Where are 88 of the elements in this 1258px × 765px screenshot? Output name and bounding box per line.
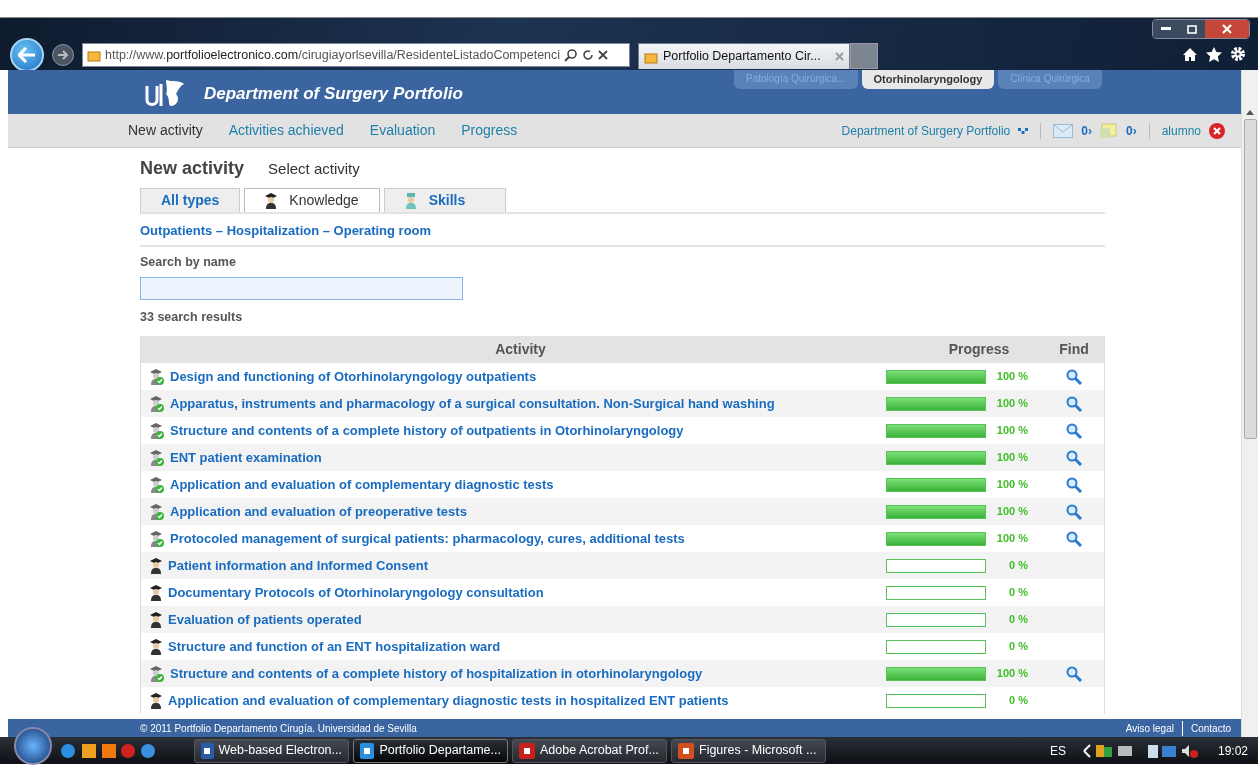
forward-button[interactable]: [52, 44, 74, 66]
close-icon: [1222, 24, 1232, 34]
browser-tab[interactable]: Portfolio Departamento Cir...: [638, 43, 850, 69]
page-icon: [87, 48, 101, 62]
type-tab[interactable]: Skills: [383, 188, 507, 212]
copyright-text: © 2011 Portfolio Departamento Cirugía. Universidad de Sevilla: [140, 721, 417, 736]
search-icon[interactable]: [1065, 422, 1083, 439]
clock: 19:02: [1217, 742, 1248, 760]
activity-link[interactable]: Application and evaluation of complementary diagnostic tests: [170, 474, 886, 495]
results-count: 33 search results: [140, 309, 244, 327]
column-header: Progress: [948, 341, 1010, 357]
notes-count[interactable]: 0›: [1125, 121, 1137, 140]
area-filter-links[interactable]: Outpatients – Hospitalization – Operating room: [140, 223, 432, 238]
activity-link[interactable]: Documentary Protocols of Otorhinolaryngology consultation: [168, 582, 886, 603]
taskbar-button[interactable]: Web-based Electron...: [194, 738, 349, 763]
settings-icon[interactable]: [1230, 46, 1246, 62]
type-tab[interactable]: Knowledge: [244, 188, 380, 212]
url-text: http://www.portfolioelectronico.com/cirugiayorlsevilla/ResidenteListadoCompetenci: [105, 46, 561, 64]
address-bar[interactable]: http://www.portfolioelectronico.com/cirugiayorlsevilla/ResidenteListadoCompetenci: [82, 43, 630, 67]
language-indicator[interactable]: ES: [1049, 741, 1066, 760]
restore-button[interactable]: [1179, 20, 1205, 38]
page-subheading: Select activity: [268, 159, 360, 179]
search-field[interactable]: [140, 276, 463, 300]
search-icon[interactable]: [564, 48, 579, 62]
footer-link[interactable]: Aviso legal: [1125, 720, 1174, 736]
progress-percent: 100 %: [995, 396, 1028, 412]
arrow-icon: [18, 47, 36, 63]
progress-percent: 0 %: [1008, 558, 1028, 574]
activity-link[interactable]: Design and functioning of Otorhinolaryngology outpatients: [170, 366, 886, 387]
progress-percent: 100 %: [995, 423, 1028, 439]
minimize-icon: [1161, 27, 1171, 31]
close-button[interactable]: [1205, 20, 1249, 38]
logout-icon[interactable]: [1209, 122, 1225, 139]
progress-percent: 100 %: [995, 504, 1028, 520]
activity-link[interactable]: ENT patient examination: [170, 447, 886, 468]
footer-link[interactable]: Contacto: [1190, 720, 1231, 736]
activity-link[interactable]: Structure and contents of a complete history of outpatients in Otorhinolaryngology: [170, 420, 886, 441]
activity-link[interactable]: Apparatus, instruments and pharmacology of a surgical consultation. Non-Surgical hand washing: [170, 393, 886, 414]
taskbar-button[interactable]: Figures - Microsoft ...: [671, 738, 826, 763]
user-name: alumno: [1161, 122, 1201, 140]
activity-link[interactable]: Protocoled management of surgical patients: pharmacology, cures, additional tests: [170, 528, 886, 549]
restore-icon: [1187, 24, 1197, 34]
subject-tab[interactable]: Otorhinolaryngology: [861, 70, 995, 89]
page-heading: New activity: [140, 157, 245, 180]
surgeon-icon: [404, 192, 417, 209]
taskbar-button[interactable]: Portfolio Departame...: [353, 738, 508, 763]
star-icon[interactable]: [1206, 46, 1222, 62]
nav-link[interactable]: Activities achieved: [228, 120, 344, 141]
taskbar-button[interactable]: Adobe Acrobat Prof...: [512, 738, 667, 763]
home-icon[interactable]: [1182, 46, 1198, 62]
activity-link[interactable]: Patient information and Informed Consent: [168, 555, 886, 576]
activity-link[interactable]: Application and evaluation of preoperative tests: [170, 501, 886, 522]
graduate-icon: [265, 192, 278, 209]
mail-count[interactable]: 0›: [1081, 121, 1092, 140]
search-label: Search by name: [140, 254, 237, 271]
progress-percent: 100 %: [995, 369, 1028, 385]
column-header: Activity: [495, 341, 546, 357]
activity-link[interactable]: Application and evaluation of complementary diagnostic tests in hospitalized ENT patients: [168, 690, 886, 711]
activity-link[interactable]: Structure and contents of a complete history of hospitalization in otorhinolaryngology: [170, 663, 886, 684]
progress-percent: 100 %: [995, 450, 1028, 466]
activity-link[interactable]: Evaluation of patients operated: [168, 609, 886, 630]
column-header: Find: [1059, 341, 1089, 357]
portal-link[interactable]: Department of Surgery Portfolio: [841, 121, 1011, 140]
refresh-icon[interactable]: [582, 49, 595, 61]
search-icon[interactable]: [1065, 476, 1083, 493]
progress-percent: 0 %: [1008, 585, 1028, 601]
scroll-up-icon[interactable]: [1246, 110, 1254, 115]
close-icon[interactable]: [598, 50, 609, 60]
arrow-icon: [57, 50, 69, 60]
close-tab-icon[interactable]: [835, 52, 844, 61]
progress-percent: 100 %: [995, 531, 1028, 547]
scrollbar-thumb[interactable]: [1243, 119, 1257, 439]
nav-link[interactable]: New activity: [128, 120, 203, 141]
progress-percent: 0 %: [1008, 693, 1028, 709]
type-tab[interactable]: All types: [140, 188, 241, 212]
search-icon[interactable]: [1065, 530, 1083, 547]
site-title: Department of Surgery Portfolio: [204, 83, 463, 106]
nav-link[interactable]: Progress: [461, 120, 518, 141]
progress-percent: 0 %: [1008, 612, 1028, 628]
activity-link[interactable]: Structure and function of an ENT hospitalization ward: [168, 636, 886, 657]
progress-percent: 100 %: [995, 477, 1028, 493]
progress-percent: 0 %: [1008, 639, 1028, 655]
dots-icon[interactable]: [1018, 126, 1029, 135]
back-button[interactable]: [10, 38, 44, 72]
search-icon[interactable]: [1065, 368, 1083, 385]
progress-percent: 100 %: [995, 666, 1028, 682]
nav-link[interactable]: Evaluation: [369, 120, 436, 141]
minimize-button[interactable]: [1153, 20, 1179, 38]
